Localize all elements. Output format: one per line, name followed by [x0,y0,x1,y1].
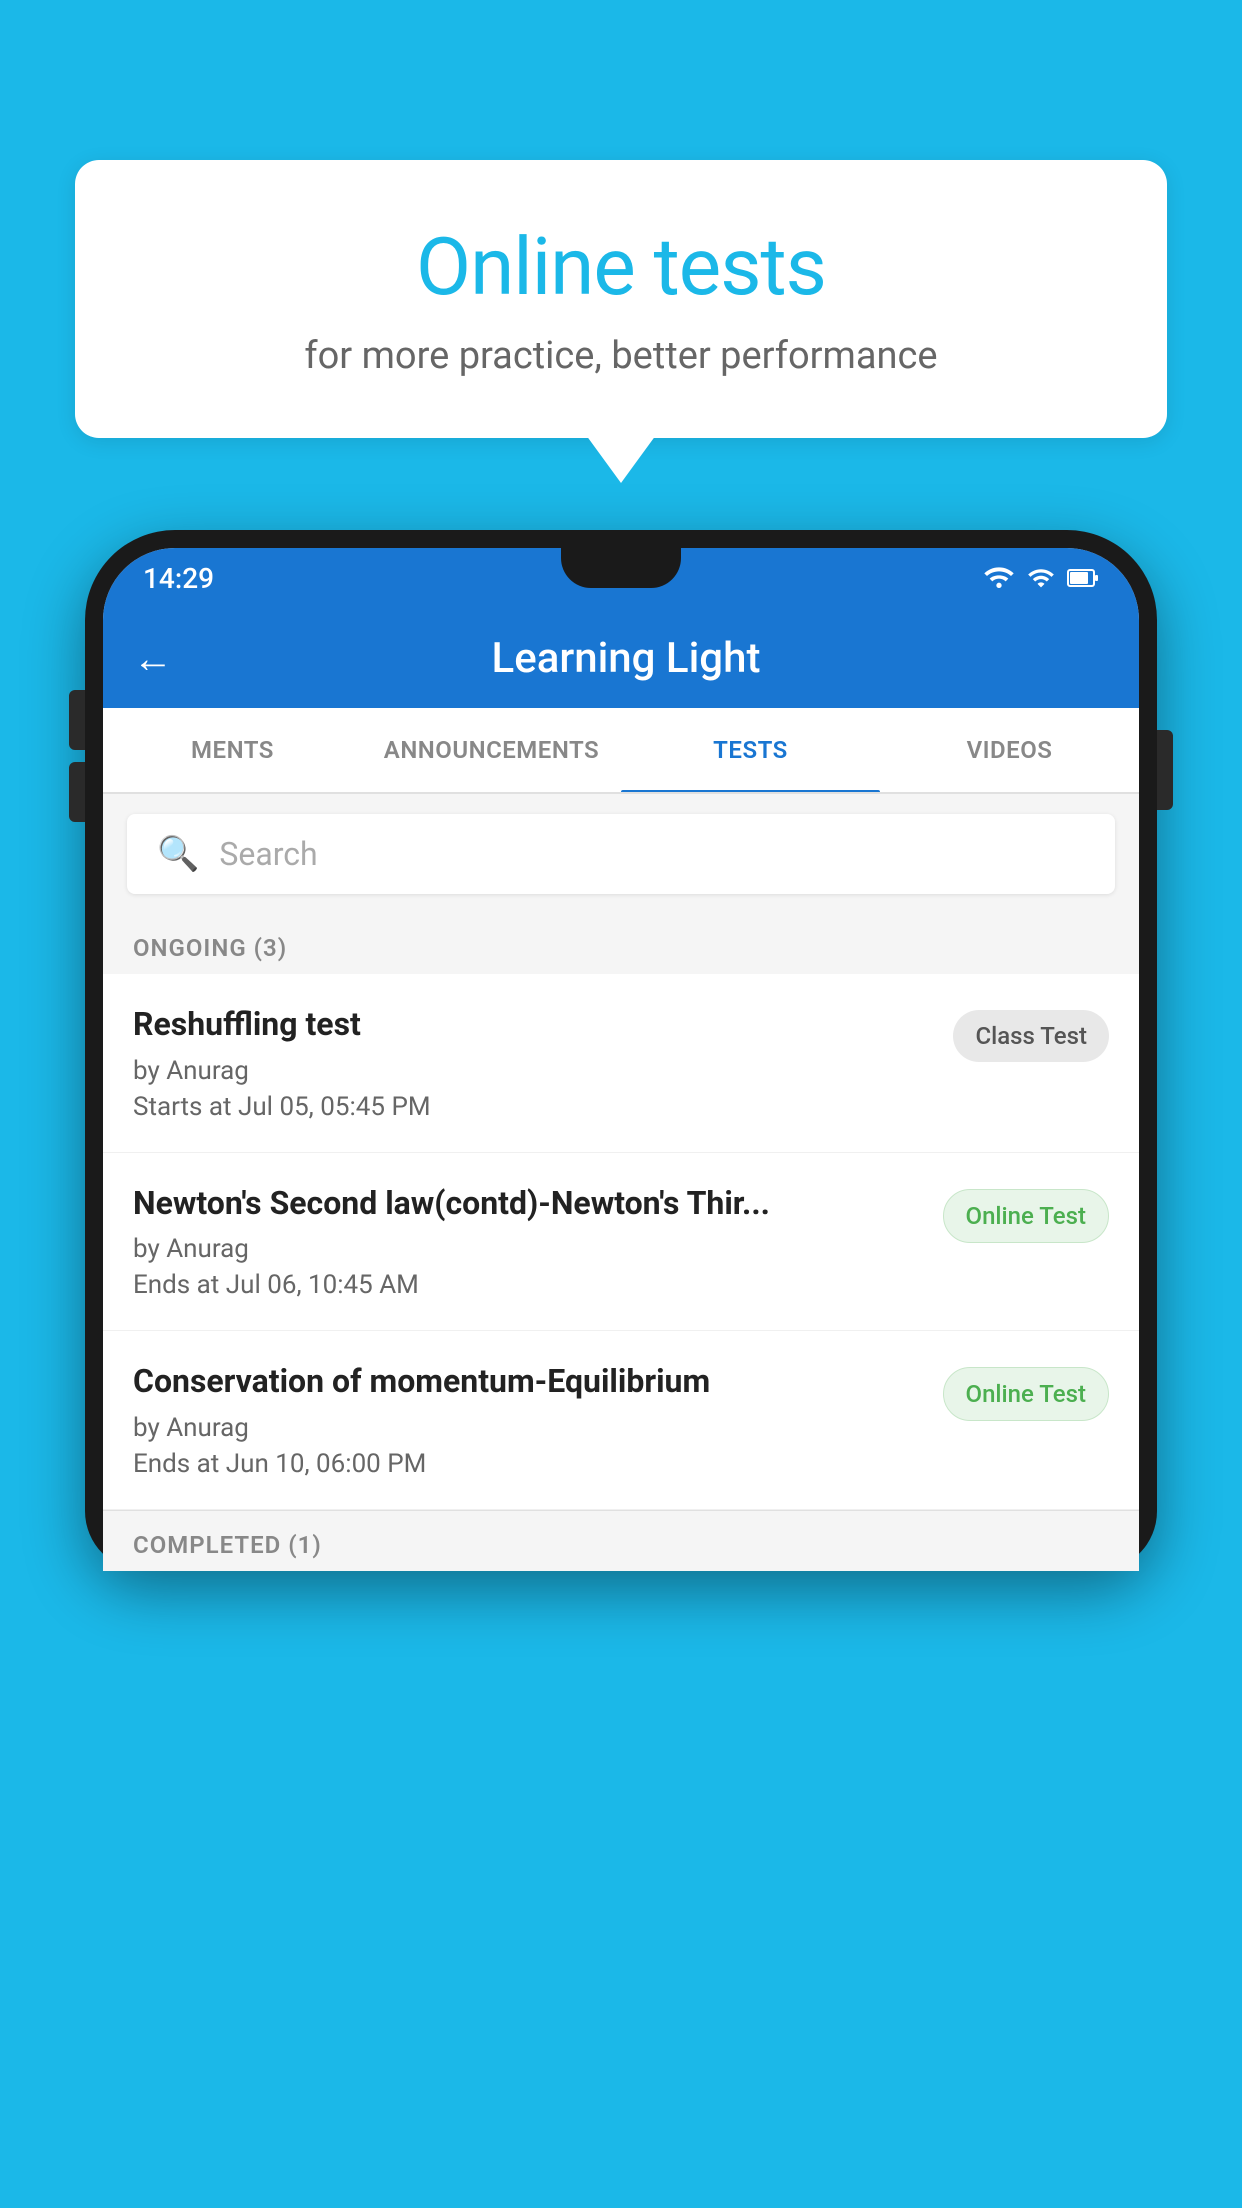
test-list: Reshuffling test by Anurag Starts at Jul… [103,974,1139,1510]
test-date-3: Ends at Jun 10, 06:00 PM [133,1449,923,1479]
phone-screen: 14:29 [103,548,1139,1571]
status-icons [983,564,1099,592]
badge-class-test-1: Class Test [953,1010,1109,1062]
test-by-2: by Anurag [133,1234,923,1264]
volume-up-button[interactable] [69,690,85,750]
search-icon: 🔍 [157,834,199,874]
speech-bubble: Online tests for more practice, better p… [75,160,1167,438]
phone-container: 14:29 [85,530,1157,2208]
test-name-3: Conservation of momentum-Equilibrium [133,1361,923,1403]
test-name-1: Reshuffling test [133,1004,933,1046]
test-by-3: by Anurag [133,1413,923,1443]
badge-online-test-3: Online Test [943,1367,1109,1421]
search-bar[interactable]: 🔍 Search [127,814,1115,894]
tab-videos[interactable]: VIDEOS [880,708,1139,792]
status-bar: 14:29 [103,548,1139,608]
power-button[interactable] [1157,730,1173,810]
tab-tests[interactable]: TESTS [621,708,880,792]
search-container: 🔍 Search [103,794,1139,914]
phone-frame: 14:29 [85,530,1157,1571]
volume-down-button[interactable] [69,762,85,822]
bubble-title: Online tests [155,220,1087,314]
ongoing-section-header: ONGOING (3) [103,914,1139,974]
test-item-3[interactable]: Conservation of momentum-Equilibrium by … [103,1331,1139,1510]
test-item-2[interactable]: Newton's Second law(contd)-Newton's Thir… [103,1153,1139,1332]
search-placeholder: Search [219,835,317,873]
left-side-buttons [69,690,85,822]
speech-bubble-container: Online tests for more practice, better p… [75,160,1167,438]
tabs-container: MENTS ANNOUNCEMENTS TESTS VIDEOS [103,708,1139,794]
right-side-buttons [1157,730,1173,810]
bubble-subtitle: for more practice, better performance [155,334,1087,378]
badge-online-test-2: Online Test [943,1189,1109,1243]
app-bar: ← Learning Light [103,608,1139,708]
app-title: Learning Light [203,634,1049,683]
completed-label: COMPLETED (1) [133,1531,322,1559]
test-name-2: Newton's Second law(contd)-Newton's Thir… [133,1183,923,1225]
test-info-1: Reshuffling test by Anurag Starts at Jul… [133,1004,933,1122]
notch [561,548,681,588]
test-date-1: Starts at Jul 05, 05:45 PM [133,1092,933,1122]
test-by-1: by Anurag [133,1056,933,1086]
battery-icon [1067,567,1099,589]
tab-announcements[interactable]: ANNOUNCEMENTS [362,708,621,792]
tab-ments[interactable]: MENTS [103,708,362,792]
test-item-1[interactable]: Reshuffling test by Anurag Starts at Jul… [103,974,1139,1153]
test-info-2: Newton's Second law(contd)-Newton's Thir… [133,1183,923,1301]
status-time: 14:29 [143,562,214,595]
signal-icon [1027,564,1055,592]
wifi-icon [983,566,1015,590]
back-button[interactable]: ← [133,635,173,682]
ongoing-label: ONGOING (3) [133,934,287,962]
completed-section-header: COMPLETED (1) [103,1510,1139,1571]
test-info-3: Conservation of momentum-Equilibrium by … [133,1361,923,1479]
test-date-2: Ends at Jul 06, 10:45 AM [133,1270,923,1300]
